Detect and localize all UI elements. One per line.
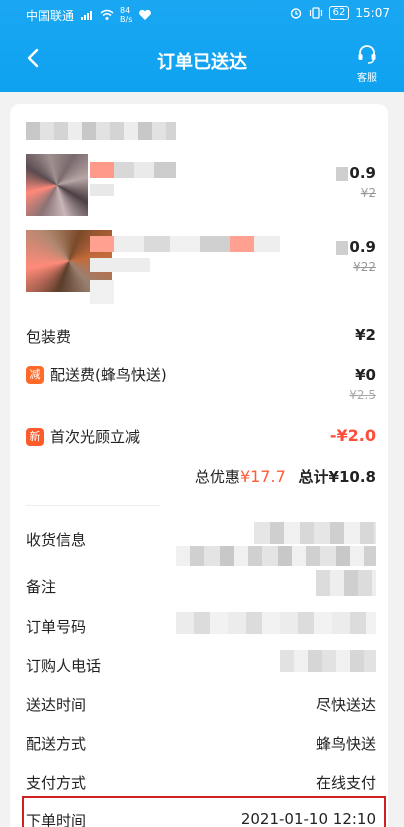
alarm-icon bbox=[290, 8, 301, 19]
phone-label: 订购人电话 bbox=[26, 657, 102, 675]
item-name-blurred bbox=[90, 236, 280, 252]
price-mask bbox=[336, 166, 349, 181]
delivery-fee-row: 减 配送费(蜂鸟快送) bbox=[26, 364, 167, 385]
note-label: 备注 bbox=[26, 578, 57, 596]
grand-total-value: ¥10.8 bbox=[328, 468, 376, 486]
address-blurred bbox=[254, 522, 376, 544]
item-spec-blurred bbox=[90, 184, 114, 196]
item-thumbnail[interactable] bbox=[26, 154, 88, 216]
section-divider bbox=[26, 505, 160, 506]
heart-icon bbox=[139, 9, 152, 20]
payment-method-label: 支付方式 bbox=[26, 774, 87, 792]
delivery-method-value: 蜂鸟快送 bbox=[315, 735, 376, 753]
order-totals: 总优惠¥17.7 总计¥10.8 bbox=[195, 466, 376, 487]
discount-total-label: 总优惠 bbox=[194, 468, 240, 486]
first-order-value: -¥2.0 bbox=[329, 426, 376, 445]
delivery-time-value: 尽快送达 bbox=[315, 696, 376, 714]
net-speed: 84 B/s bbox=[120, 6, 133, 24]
phone-blurred[interactable] bbox=[280, 650, 376, 672]
delivery-time-label: 送达时间 bbox=[26, 696, 87, 714]
price-mask bbox=[336, 240, 349, 255]
order-number-blurred[interactable] bbox=[176, 612, 376, 634]
order-number-label: 订单号码 bbox=[26, 618, 87, 636]
customer-service-button[interactable]: 客服 bbox=[352, 44, 382, 84]
note-blurred bbox=[316, 570, 376, 596]
grand-total-label: 总计 bbox=[298, 468, 329, 486]
item-spec-blurred bbox=[90, 280, 114, 304]
vibrate-icon bbox=[309, 7, 322, 19]
headset-icon bbox=[358, 45, 376, 64]
discount-total-value: ¥17.7 bbox=[239, 467, 286, 486]
packaging-fee-value: ¥2 bbox=[355, 326, 376, 344]
item-spec-blurred bbox=[90, 258, 150, 272]
address-label: 收货信息 bbox=[26, 531, 87, 549]
discount-tag-icon: 减 bbox=[26, 365, 44, 384]
address-blurred bbox=[176, 546, 376, 566]
page-title: 订单已送达 bbox=[157, 52, 247, 73]
signal-icon bbox=[81, 11, 93, 20]
order-time-label: 下单时间 bbox=[26, 812, 87, 827]
new-customer-tag-icon: 新 bbox=[26, 427, 44, 446]
service-label: 客服 bbox=[357, 73, 377, 84]
item-original-price: ¥2 bbox=[360, 186, 376, 200]
item-original-price: ¥22 bbox=[353, 260, 376, 274]
packaging-fee-label: 包装费 bbox=[26, 328, 72, 346]
item-price: 0.9 bbox=[336, 238, 376, 256]
delivery-fee-original: ¥2.5 bbox=[349, 388, 376, 402]
status-bar: 中国联通 84 B/s 62 15:07 bbox=[0, 0, 404, 26]
top-header: 中国联通 84 B/s 62 15:07 订单已送达 客服 bbox=[0, 0, 404, 92]
clock-time: 15:07 bbox=[355, 6, 390, 20]
battery-level: 62 bbox=[328, 6, 350, 20]
first-order-label: 首次光顾立减 bbox=[50, 428, 141, 446]
wifi-icon bbox=[100, 9, 114, 20]
delivery-fee-value: ¥0 bbox=[355, 366, 376, 384]
item-price: 0.9 bbox=[336, 164, 376, 182]
delivery-fee-label: 配送费(蜂鸟快送) bbox=[50, 366, 167, 384]
delivery-method-label: 配送方式 bbox=[26, 735, 87, 753]
item-name-blurred bbox=[90, 162, 176, 178]
shop-name-blurred bbox=[26, 122, 176, 140]
carrier-label: 中国联通 bbox=[26, 8, 75, 23]
first-order-row: 新 首次光顾立减 bbox=[26, 426, 140, 447]
payment-method-value: 在线支付 bbox=[315, 774, 376, 792]
order-time-value: 2021-01-10 12:10 bbox=[240, 810, 376, 827]
